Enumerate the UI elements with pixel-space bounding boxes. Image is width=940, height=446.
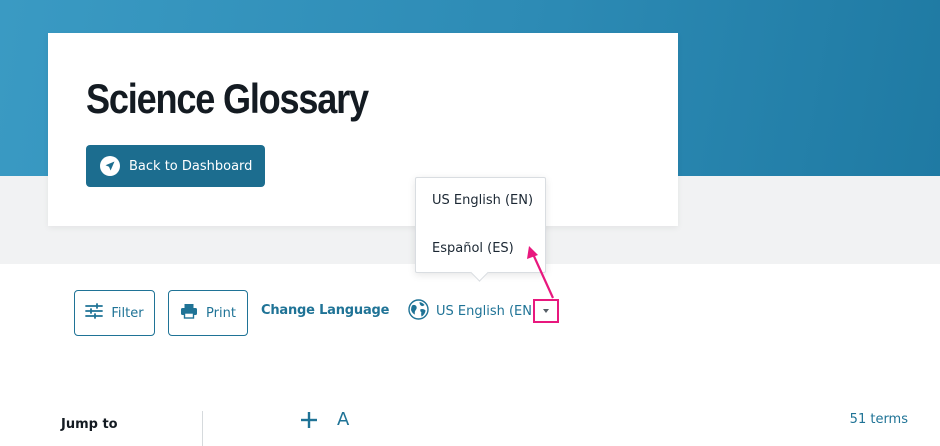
plus-icon bbox=[301, 412, 317, 428]
filter-label: Filter bbox=[111, 305, 144, 321]
letter-heading: A bbox=[337, 409, 350, 430]
language-menu: US English (EN) Español (ES) bbox=[415, 177, 546, 273]
jump-to-label: Jump to bbox=[61, 417, 118, 432]
term-count: 51 terms bbox=[849, 412, 908, 427]
change-language-label: Change Language bbox=[261, 303, 390, 318]
print-button[interactable]: Print bbox=[168, 290, 248, 336]
language-select[interactable]: US English (EN) bbox=[408, 298, 538, 324]
title-card: Science Glossary Back to Dashboard bbox=[48, 33, 678, 226]
language-option-en[interactable]: US English (EN) bbox=[432, 193, 533, 208]
print-label: Print bbox=[206, 305, 236, 321]
current-language-label: US English (EN) bbox=[436, 303, 538, 319]
sliders-icon bbox=[85, 303, 104, 323]
page-title: Science Glossary bbox=[86, 75, 369, 122]
language-option-es[interactable]: Español (ES) bbox=[432, 241, 514, 256]
back-to-dashboard-button[interactable]: Back to Dashboard bbox=[86, 145, 265, 187]
language-dropdown-toggle[interactable] bbox=[533, 299, 559, 323]
chevron-down-icon bbox=[543, 309, 549, 313]
expand-letter-button[interactable] bbox=[298, 409, 320, 431]
printer-icon bbox=[180, 303, 198, 323]
globe-icon bbox=[408, 298, 429, 324]
back-button-label: Back to Dashboard bbox=[129, 158, 253, 174]
filter-button[interactable]: Filter bbox=[74, 290, 155, 336]
send-arrow-icon bbox=[100, 156, 120, 176]
divider bbox=[202, 411, 203, 446]
